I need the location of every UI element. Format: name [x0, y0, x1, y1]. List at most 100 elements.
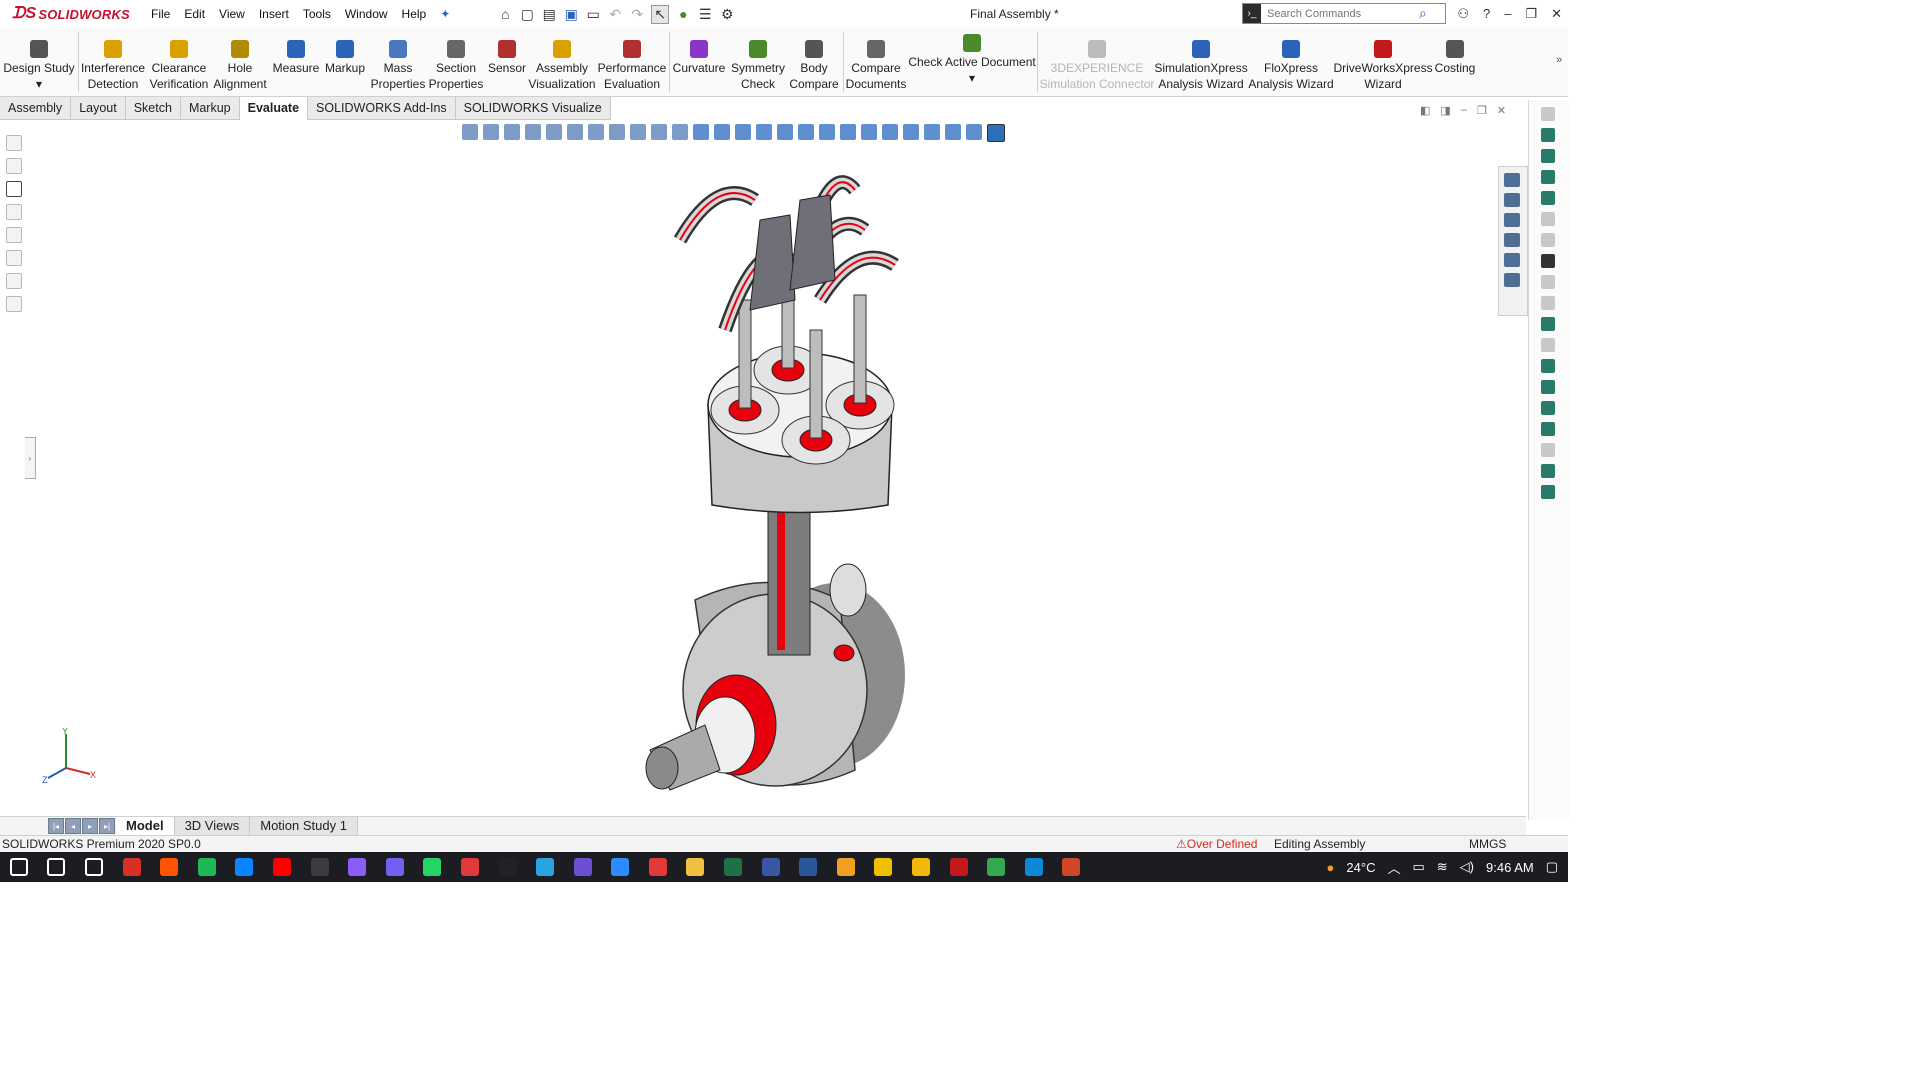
- equations-icon[interactable]: [1541, 254, 1555, 268]
- zoom-icon[interactable]: [611, 858, 630, 876]
- trimetric-view-icon[interactable]: [840, 124, 856, 140]
- custom-properties-icon[interactable]: [1504, 273, 1520, 287]
- section-view-icon[interactable]: [525, 124, 541, 140]
- capture-tool-icon[interactable]: [6, 273, 22, 289]
- menu-insert[interactable]: Insert: [252, 0, 296, 28]
- display-style-icon[interactable]: [588, 124, 604, 140]
- right-view-icon[interactable]: [735, 124, 751, 140]
- normal-to-icon[interactable]: [882, 124, 898, 140]
- compare-side-icon[interactable]: [1541, 338, 1555, 352]
- next-tab-icon[interactable]: ▸: [82, 818, 98, 834]
- view-settings-icon[interactable]: [672, 124, 688, 140]
- ribbon-overflow-icon[interactable]: »: [1556, 54, 1562, 66]
- open-icon[interactable]: ▤: [541, 6, 557, 23]
- simulationxpress-button[interactable]: SimulationXpress Analysis Wizard: [1154, 28, 1248, 96]
- binance-icon[interactable]: [912, 858, 931, 876]
- weather-icon[interactable]: ●: [1327, 860, 1335, 875]
- limits-icon[interactable]: [1541, 317, 1555, 331]
- menu-window[interactable]: Window: [338, 0, 395, 28]
- save-icon[interactable]: ▣: [563, 6, 579, 23]
- new-document-icon[interactable]: ▢: [519, 6, 535, 23]
- pin-icon[interactable]: ✦: [433, 0, 457, 28]
- wifi-icon[interactable]: ≋: [1437, 859, 1448, 875]
- player-icon[interactable]: [874, 858, 893, 876]
- markup-button[interactable]: Markup: [322, 28, 368, 96]
- tab-assembly[interactable]: Assembly: [0, 97, 72, 120]
- menu-file[interactable]: File: [144, 0, 177, 28]
- tab-model[interactable]: Model: [116, 817, 175, 835]
- print-icon[interactable]: ▭: [585, 6, 601, 23]
- isometric-view-icon[interactable]: [819, 124, 835, 140]
- check-doc-side-icon[interactable]: [1541, 359, 1555, 373]
- sensor-side-icon[interactable]: [1541, 191, 1555, 205]
- spotify-icon[interactable]: [197, 858, 216, 876]
- performance-evaluation-button[interactable]: Performance Evaluation: [598, 28, 666, 96]
- four-view-icon[interactable]: [945, 124, 961, 140]
- zoom-area-icon[interactable]: [483, 124, 499, 140]
- search-input[interactable]: [1261, 6, 1419, 21]
- tab-layout[interactable]: Layout: [71, 97, 126, 120]
- section-side-icon[interactable]: [1541, 170, 1555, 184]
- single-view-icon[interactable]: [903, 124, 919, 140]
- previous-view-icon[interactable]: [504, 124, 520, 140]
- tile-right-icon[interactable]: ◨: [1440, 104, 1450, 117]
- delete-check-icon[interactable]: [1541, 380, 1555, 394]
- first-tab-icon[interactable]: |◂: [48, 818, 64, 834]
- sensor-button[interactable]: Sensor: [486, 28, 528, 96]
- rebuild-icon[interactable]: ●: [675, 6, 691, 22]
- search-icon[interactable]: [47, 858, 66, 876]
- search-icon[interactable]: ⌕: [1419, 5, 1427, 22]
- measure-side-icon[interactable]: [1541, 128, 1555, 142]
- link-tool-icon[interactable]: [6, 296, 22, 312]
- excel-icon[interactable]: [724, 858, 743, 876]
- check-active-document-button[interactable]: Check Active Document ▾: [908, 28, 1036, 96]
- feature-manager-expand-handle[interactable]: ›: [25, 437, 36, 479]
- menu-edit[interactable]: Edit: [177, 0, 212, 28]
- edge-icon[interactable]: [1024, 858, 1043, 876]
- hole-alignment-button[interactable]: Hole Alignment: [212, 28, 268, 96]
- home-icon[interactable]: ⌂: [497, 6, 513, 22]
- front-view-icon[interactable]: [714, 124, 730, 140]
- costing-side-icon[interactable]: [1541, 485, 1555, 499]
- zoom-to-fit-icon[interactable]: [462, 124, 478, 140]
- apply-scene-icon[interactable]: [651, 124, 667, 140]
- mass-side-icon[interactable]: [1541, 149, 1555, 163]
- solidworks-icon[interactable]: [949, 858, 968, 876]
- link-views-icon[interactable]: [966, 124, 982, 140]
- file-explorer-icon[interactable]: [1504, 213, 1520, 227]
- measure-button[interactable]: Measure: [272, 28, 320, 96]
- section-properties-button[interactable]: Section Properties: [428, 28, 484, 96]
- last-tab-icon[interactable]: ▸|: [99, 818, 115, 834]
- youtube-icon[interactable]: [272, 858, 291, 876]
- over-defined-status[interactable]: ⚠Over Defined: [1176, 836, 1257, 853]
- inkscape-icon[interactable]: [498, 858, 517, 876]
- simxpress-side-icon[interactable]: [1541, 401, 1555, 415]
- doc-minimize-icon[interactable]: –: [1461, 104, 1467, 117]
- volume-icon[interactable]: ◁): [1460, 859, 1474, 875]
- powerpoint-icon[interactable]: [1062, 858, 1081, 876]
- restore-icon[interactable]: ❐: [1525, 0, 1537, 28]
- balloon-tool-icon[interactable]: [6, 227, 22, 243]
- word-icon[interactable]: [799, 858, 818, 876]
- driveworksxpress-button[interactable]: DriveWorksXpress Wizard: [1333, 28, 1433, 96]
- mass-properties-button[interactable]: Mass Properties: [370, 28, 426, 96]
- check-side-icon[interactable]: [1541, 212, 1555, 226]
- assembly-visualization-button[interactable]: Assembly Visualization: [528, 28, 596, 96]
- design-library-icon[interactable]: [1504, 193, 1520, 207]
- soundcloud-icon[interactable]: [160, 858, 179, 876]
- note-tool-icon[interactable]: [6, 204, 22, 220]
- notification-icon[interactable]: ▢: [1546, 859, 1558, 875]
- steam-icon[interactable]: [310, 858, 329, 876]
- compare-documents-button[interactable]: Compare Documents: [846, 28, 906, 96]
- close-icon[interactable]: ✕: [1551, 0, 1562, 28]
- back-view-icon[interactable]: [777, 124, 793, 140]
- verify-side-icon[interactable]: [1541, 233, 1555, 247]
- left-view-icon[interactable]: [756, 124, 772, 140]
- battery-icon[interactable]: ▭: [1412, 859, 1424, 875]
- tab-markup[interactable]: Markup: [180, 97, 240, 120]
- edit-appearance-icon[interactable]: [630, 124, 646, 140]
- messenger-icon[interactable]: [348, 858, 367, 876]
- settings-icon[interactable]: [836, 858, 855, 876]
- verified-icon[interactable]: [1541, 443, 1555, 457]
- hide-show-icon[interactable]: [609, 124, 625, 140]
